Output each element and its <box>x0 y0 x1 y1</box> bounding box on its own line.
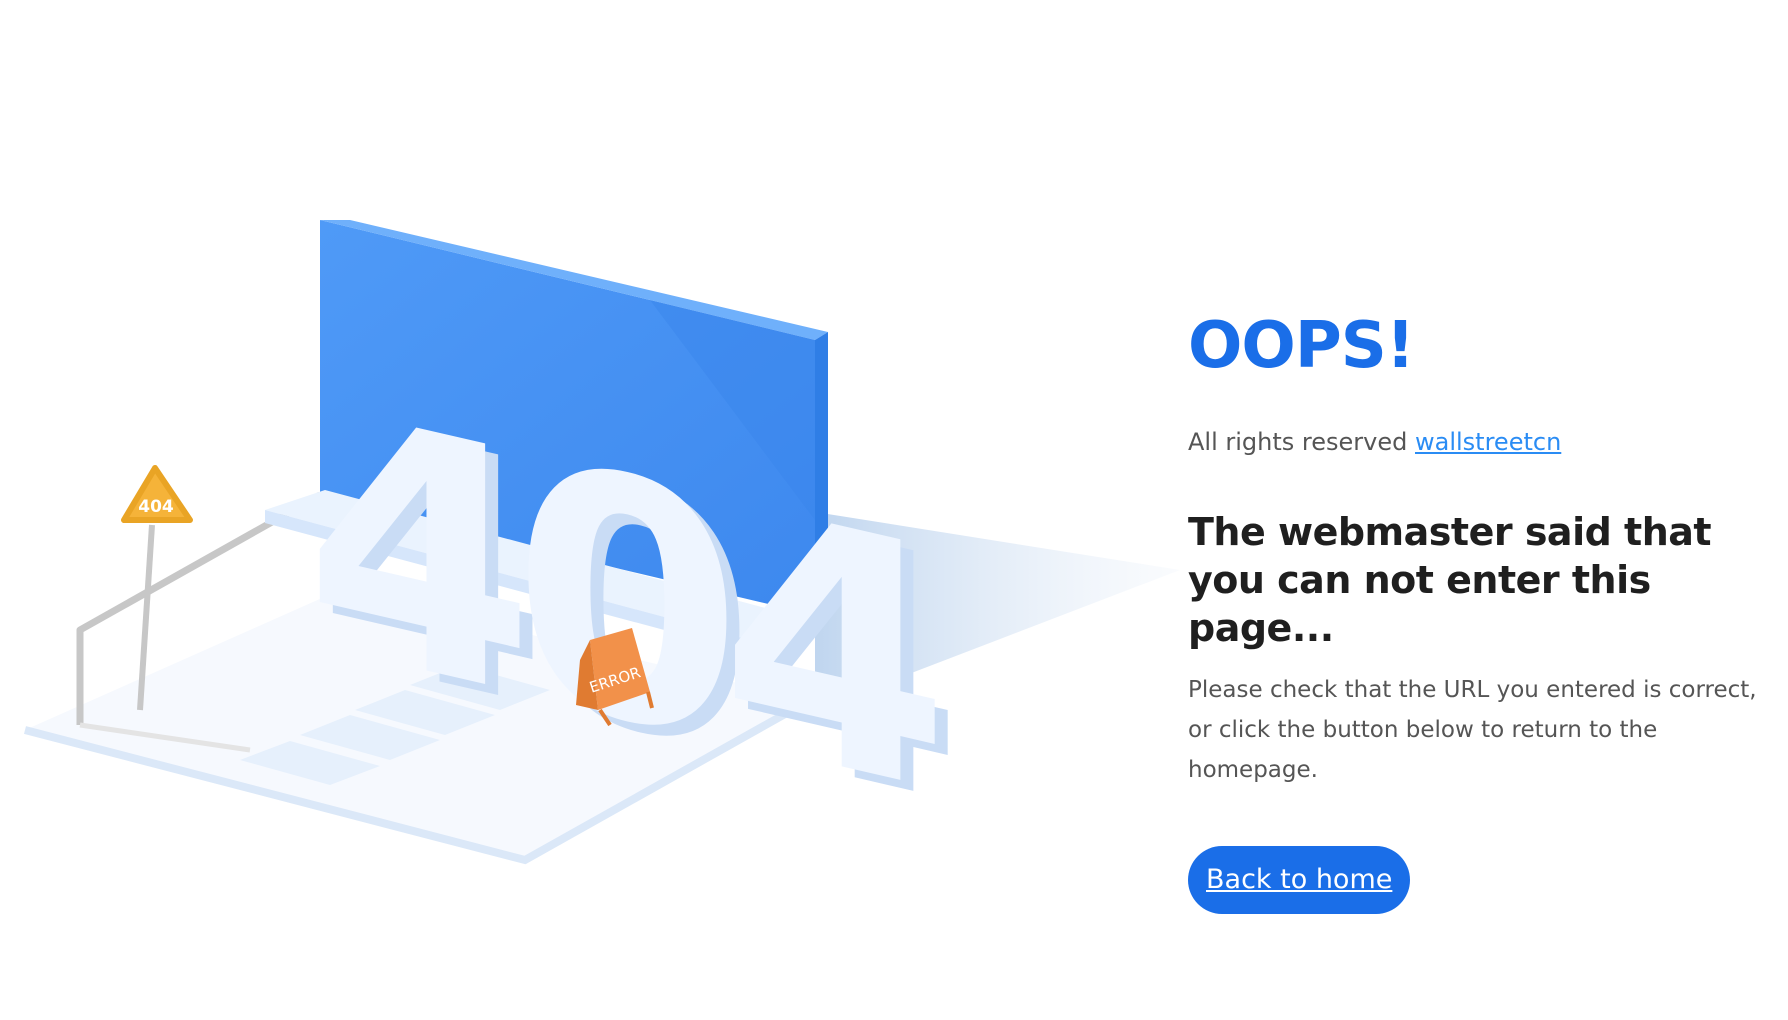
rights-prefix: All rights reserved <box>1188 428 1408 456</box>
404-illustration: 404 404 404 ERROR <box>23 220 1180 877</box>
error-description: Please check that the URL you entered is… <box>1188 677 1757 783</box>
error-page: 404 404 404 ERROR OOPS! All rights reser… <box>0 0 1788 1020</box>
rights-line: All rights reserved wallstreetcn <box>1188 428 1778 456</box>
warning-sign: 404 <box>121 465 193 523</box>
wallstreetcn-link[interactable]: wallstreetcn <box>1415 428 1561 456</box>
oops-title: OOPS! <box>1188 309 1415 383</box>
error-headline: The webmaster said that you can not ente… <box>1188 510 1712 650</box>
warning-sign-text: 404 <box>138 497 174 517</box>
back-to-home-button[interactable]: Back to home <box>1188 846 1411 914</box>
error-message-panel: OOPS! All rights reserved wallstreetcn T… <box>1188 300 1778 914</box>
